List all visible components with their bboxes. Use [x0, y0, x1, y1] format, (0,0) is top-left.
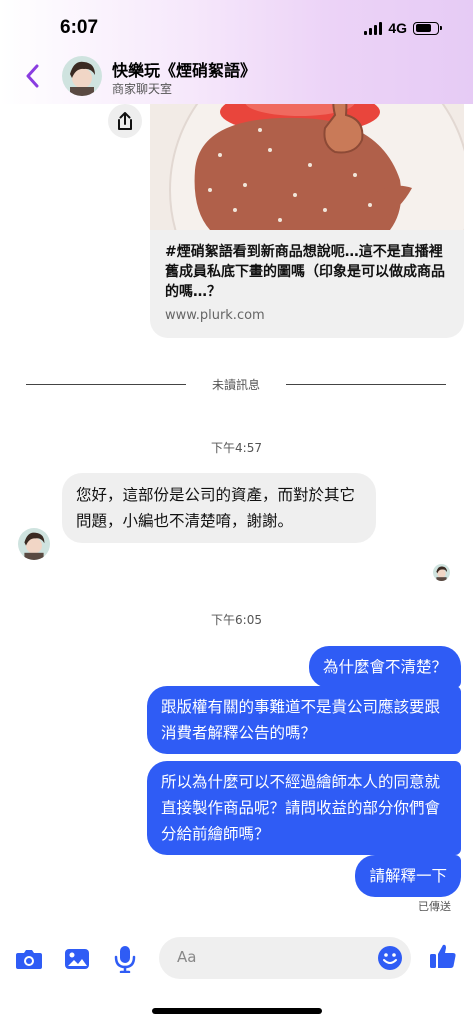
sent-status: 已傳送 — [418, 900, 451, 913]
link-preview-domain: www.plurk.com — [165, 308, 265, 323]
timestamp: 下午4:57 — [211, 441, 262, 455]
avatar[interactable] — [62, 56, 102, 96]
emoji-button[interactable] — [377, 945, 403, 971]
message-input[interactable]: Aa — [159, 937, 411, 979]
divider-line — [286, 383, 447, 385]
outgoing-message[interactable]: 所以為什麼可以不經過繪師本人的同意就直接製作商品呢？請問收益的部分你們會分給前繪… — [147, 761, 461, 855]
signal-icon — [364, 21, 383, 35]
chat-subtitle: 商家聊天室 — [112, 82, 173, 96]
photo-button[interactable] — [62, 944, 92, 974]
microphone-icon — [114, 946, 136, 973]
link-preview-title: #煙硝絮語看到新商品想說呃…這不是直播裡舊成員私底下畫的圖嗎（印象是可以做成商品… — [165, 244, 445, 300]
battery-cap — [440, 26, 442, 30]
like-button[interactable] — [428, 941, 458, 971]
chat-header: 快樂玩《煙硝絮語》 商家聊天室 — [0, 52, 473, 100]
battery-icon — [413, 21, 442, 35]
status-indicators: 4G — [364, 20, 442, 36]
incoming-message[interactable]: 您好，這部份是公司的資產，而對於其它問題，小編也不清楚唷，謝謝。 — [62, 473, 376, 543]
status-time: 6:07 — [60, 17, 99, 38]
unread-divider: 未讀訊息 — [26, 372, 447, 396]
home-indicator[interactable] — [152, 1008, 322, 1014]
divider-line — [26, 383, 186, 385]
share-button[interactable] — [108, 104, 142, 138]
share-icon — [118, 112, 132, 130]
photo-icon — [65, 949, 89, 969]
message-input-placeholder: Aa — [177, 948, 197, 966]
outgoing-message[interactable]: 請解釋一下 — [355, 855, 461, 897]
battery-fill — [415, 24, 432, 32]
network-label: 4G — [388, 20, 407, 36]
status-bar: 6:07 4G — [0, 0, 473, 50]
timestamp: 下午6:05 — [211, 613, 262, 627]
seen-avatar — [433, 564, 450, 581]
microphone-button[interactable] — [110, 944, 140, 974]
chat-title[interactable]: 快樂玩《煙硝絮語》 — [112, 57, 256, 81]
back-arrow-icon — [26, 64, 39, 88]
sender-avatar[interactable] — [18, 528, 50, 560]
camera-icon — [16, 950, 42, 969]
thumbs-up-icon — [430, 944, 456, 968]
camera-button[interactable] — [14, 944, 44, 974]
unread-label: 未讀訊息 — [212, 377, 261, 392]
back-button[interactable] — [20, 62, 44, 90]
emoji-icon — [378, 946, 402, 970]
outgoing-message[interactable]: 跟版權有關的事難道不是貴公司應該要跟消費者解釋公告的嗎？ — [147, 686, 461, 754]
composer-bar: Aa — [0, 936, 473, 982]
outgoing-message[interactable]: 為什麼會不清楚？ — [308, 646, 461, 688]
